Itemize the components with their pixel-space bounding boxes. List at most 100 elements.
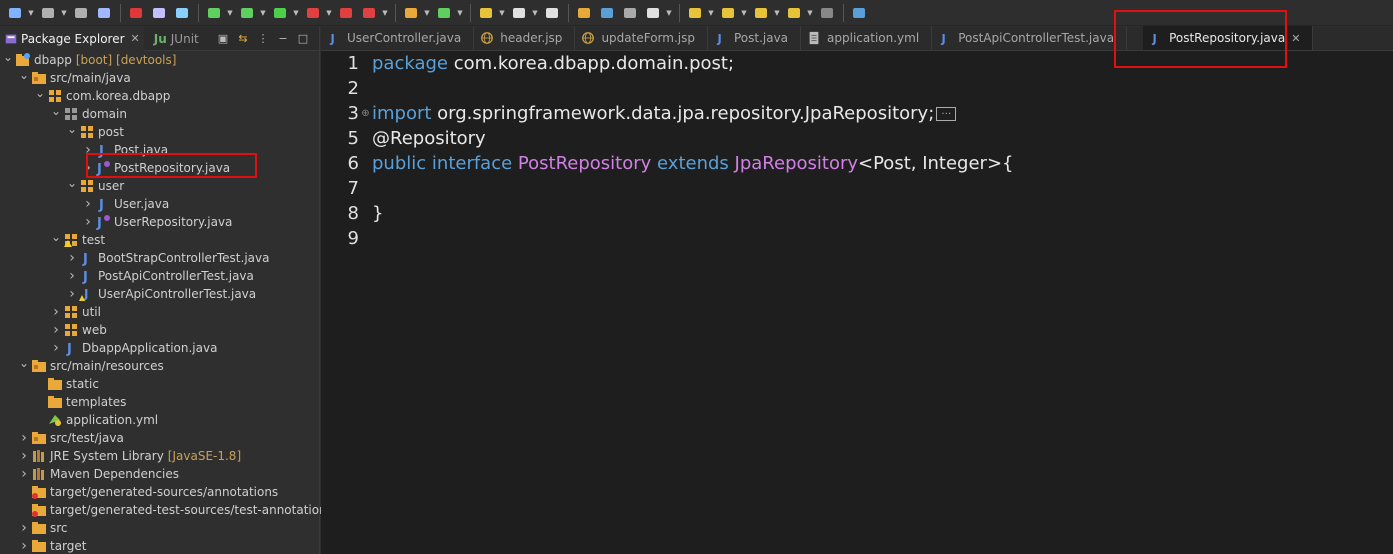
dropdown-arrow-icon[interactable]: ▼ bbox=[740, 2, 748, 24]
dropdown-arrow-icon[interactable]: ▼ bbox=[707, 2, 715, 24]
expand-down-icon[interactable]: ⌄ bbox=[50, 228, 62, 246]
expand-right-icon[interactable]: › bbox=[82, 159, 94, 177]
tree-item[interactable]: › util bbox=[0, 303, 101, 321]
brush-icon[interactable] bbox=[148, 2, 170, 24]
dropdown-arrow-icon[interactable]: ▼ bbox=[498, 2, 506, 24]
refresh-icon[interactable] bbox=[433, 2, 455, 24]
debug-icon[interactable] bbox=[236, 2, 258, 24]
tree-item[interactable]: static bbox=[0, 375, 99, 393]
editor-tab[interactable]: J PostApiControllerTest.java bbox=[932, 26, 1128, 50]
tree-item[interactable]: ⌄ user bbox=[0, 174, 124, 195]
search-icon[interactable] bbox=[508, 2, 530, 24]
tab-junit[interactable]: Ju JUnit bbox=[150, 27, 203, 51]
dropdown-arrow-icon[interactable]: ▼ bbox=[226, 2, 234, 24]
tree-item[interactable]: › J BootStrapControllerTest.java bbox=[0, 249, 269, 267]
tree-item[interactable]: › J PostApiControllerTest.java bbox=[0, 267, 254, 285]
expand-down-icon[interactable]: ⌄ bbox=[66, 120, 78, 138]
expand-right-icon[interactable]: › bbox=[82, 213, 94, 231]
gift-icon[interactable] bbox=[125, 2, 147, 24]
expand-down-icon[interactable]: ⌄ bbox=[34, 84, 46, 102]
tree-item[interactable]: target/generated-test-sources/test-annot… bbox=[0, 501, 333, 519]
save-all-icon[interactable] bbox=[70, 2, 92, 24]
dropdown-arrow-icon[interactable]: ▼ bbox=[456, 2, 464, 24]
close-icon[interactable]: ✕ bbox=[1291, 32, 1300, 45]
dropdown-arrow-icon[interactable]: ▼ bbox=[381, 2, 389, 24]
dropdown-arrow-icon[interactable]: ▼ bbox=[259, 2, 267, 24]
dropdown-arrow-icon[interactable]: ▼ bbox=[292, 2, 300, 24]
dropdown-arrow-icon[interactable]: ▼ bbox=[423, 2, 431, 24]
maximize-icon[interactable]: □ bbox=[293, 30, 313, 48]
tree-item[interactable]: › J User.java bbox=[0, 195, 169, 213]
tree-item[interactable]: › J PostRepository.java bbox=[0, 159, 230, 177]
expand-right-icon[interactable]: › bbox=[50, 321, 62, 339]
prev-annotation-icon[interactable] bbox=[717, 2, 739, 24]
tree-item[interactable]: › J DbappApplication.java bbox=[0, 339, 217, 357]
block-select-icon[interactable] bbox=[619, 2, 641, 24]
minimize-icon[interactable]: − bbox=[273, 30, 293, 48]
toggle-mark-icon[interactable] bbox=[541, 2, 563, 24]
dropdown-arrow-icon[interactable]: ▼ bbox=[325, 2, 333, 24]
expand-right-icon[interactable]: › bbox=[18, 429, 30, 447]
expand-down-icon[interactable]: ⌄ bbox=[50, 102, 62, 120]
dropdown-arrow-icon[interactable]: ▼ bbox=[60, 2, 68, 24]
tree-item[interactable]: application.yml bbox=[0, 411, 158, 429]
view-menu-icon[interactable]: ⋮ bbox=[253, 30, 273, 48]
tree-item[interactable]: ⌄ src/main/resources bbox=[0, 354, 164, 375]
tree-item[interactable]: › Maven Dependencies bbox=[0, 465, 179, 483]
open-type-icon[interactable] bbox=[475, 2, 497, 24]
tree-item[interactable]: target/generated-sources/annotations bbox=[0, 483, 278, 501]
expand-right-icon[interactable]: › bbox=[18, 447, 30, 465]
tree-item[interactable]: › src/test/java bbox=[0, 429, 124, 447]
stop-icon[interactable] bbox=[335, 2, 357, 24]
close-icon[interactable]: ✕ bbox=[131, 32, 140, 45]
tree-item[interactable]: › target bbox=[0, 537, 86, 554]
expand-right-icon[interactable]: › bbox=[50, 339, 62, 357]
tree-item[interactable]: › JRE System Library [JavaSE-1.8] bbox=[0, 447, 241, 465]
expand-right-icon[interactable]: › bbox=[82, 195, 94, 213]
collapse-all-icon[interactable]: ▣ bbox=[213, 30, 233, 48]
build-icon[interactable] bbox=[400, 2, 422, 24]
run-icon[interactable] bbox=[269, 2, 291, 24]
collapsed-region-icon[interactable]: … bbox=[936, 107, 957, 121]
dropdown-arrow-icon[interactable]: ▼ bbox=[773, 2, 781, 24]
editor-tab[interactable]: J Post.java bbox=[708, 26, 802, 50]
tree-item[interactable]: ⌄ test bbox=[0, 228, 105, 249]
spring-icon[interactable] bbox=[203, 2, 225, 24]
tree-item[interactable]: › J Post.java bbox=[0, 141, 168, 159]
pilcrow-icon[interactable] bbox=[642, 2, 664, 24]
editor-tab[interactable]: header.jsp bbox=[474, 26, 576, 50]
dropdown-arrow-icon[interactable]: ▼ bbox=[531, 2, 539, 24]
new-icon[interactable] bbox=[4, 2, 26, 24]
tree-item[interactable]: › J UserRepository.java bbox=[0, 213, 232, 231]
expand-right-icon[interactable]: › bbox=[18, 519, 30, 537]
tree-item[interactable]: › web bbox=[0, 321, 107, 339]
save-icon[interactable] bbox=[37, 2, 59, 24]
expand-right-icon[interactable]: › bbox=[66, 249, 78, 267]
expand-down-icon[interactable]: ⌄ bbox=[18, 354, 30, 372]
fold-expand-icon[interactable]: ⊕ bbox=[359, 108, 372, 119]
run-external-icon[interactable] bbox=[302, 2, 324, 24]
expand-right-icon[interactable]: › bbox=[66, 267, 78, 285]
expand-right-icon[interactable]: › bbox=[18, 537, 30, 554]
dropdown-arrow-icon[interactable]: ▼ bbox=[665, 2, 673, 24]
expand-right-icon[interactable]: › bbox=[50, 303, 62, 321]
tree-item[interactable]: ⌄ domain bbox=[0, 102, 127, 123]
tree-item[interactable]: ⌄ src/main/java bbox=[0, 68, 131, 87]
expand-down-icon[interactable]: ⌄ bbox=[66, 174, 78, 192]
tree-item[interactable]: › src bbox=[0, 519, 67, 537]
tree-item[interactable]: ⌄ com.korea.dbapp bbox=[0, 84, 170, 105]
editor-tab[interactable]: J PostRepository.java ✕ bbox=[1143, 26, 1314, 50]
editor-tab[interactable]: application.yml bbox=[801, 26, 933, 50]
expand-right-icon[interactable]: › bbox=[82, 141, 94, 159]
expand-right-icon[interactable]: › bbox=[18, 465, 30, 483]
dropdown-arrow-icon[interactable]: ▼ bbox=[806, 2, 814, 24]
flag-icon[interactable] bbox=[358, 2, 380, 24]
dropdown-arrow-icon[interactable]: ▼ bbox=[27, 2, 35, 24]
pin-icon[interactable] bbox=[848, 2, 870, 24]
highlight-icon[interactable] bbox=[573, 2, 595, 24]
last-edit-icon[interactable] bbox=[750, 2, 772, 24]
expand-right-icon[interactable]: › bbox=[66, 285, 78, 303]
back-icon[interactable] bbox=[783, 2, 805, 24]
editor-tab[interactable]: updateForm.jsp bbox=[575, 26, 708, 50]
next-annotation-icon[interactable] bbox=[684, 2, 706, 24]
